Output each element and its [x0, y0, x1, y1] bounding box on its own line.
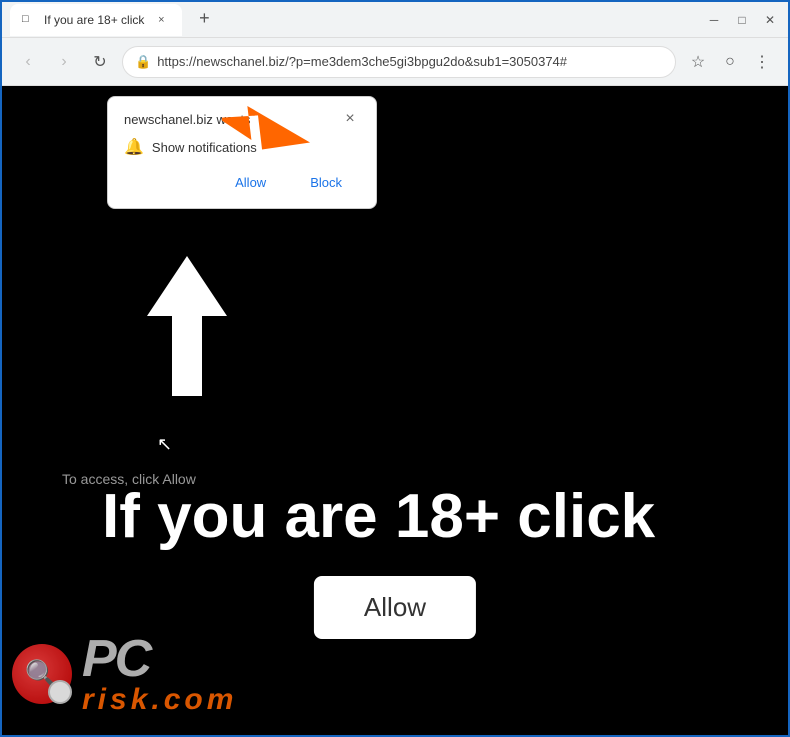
bell-icon: 🔔: [124, 137, 144, 157]
watermark-pc: PC: [82, 633, 237, 685]
tab-title: If you are 18+ click: [44, 13, 144, 27]
refresh-button[interactable]: ↻: [86, 48, 114, 76]
page-content: newschanel.biz wants × 🔔 Show notificati…: [2, 86, 788, 735]
lock-icon: 🔒: [135, 54, 151, 70]
tab-close-button[interactable]: ×: [152, 11, 170, 29]
watermark-text: PC risk.com: [82, 633, 237, 715]
page-allow-button[interactable]: Allow: [314, 576, 476, 639]
popup-close-button[interactable]: ×: [340, 109, 360, 129]
url-bar[interactable]: 🔒 https://newschanel.biz/?p=me3dem3che5g…: [122, 46, 676, 78]
url-text: https://newschanel.biz/?p=me3dem3che5gi3…: [157, 54, 663, 69]
back-button[interactable]: ‹: [14, 48, 42, 76]
account-button[interactable]: ○: [716, 48, 744, 76]
new-tab-button[interactable]: +: [190, 5, 218, 33]
bookmark-button[interactable]: ☆: [684, 48, 712, 76]
page-up-arrow: [132, 246, 242, 411]
tab-favicon-icon: □: [22, 13, 36, 27]
address-bar-actions: ☆ ○ ⋮: [684, 48, 776, 76]
active-tab[interactable]: □ If you are 18+ click ×: [10, 4, 182, 36]
minimize-button[interactable]: ─: [704, 10, 724, 30]
title-bar: □ If you are 18+ click × + ─ □ ✕: [2, 2, 788, 38]
address-bar: ‹ › ↻ 🔒 https://newschanel.biz/?p=me3dem…: [2, 38, 788, 86]
browser-window: □ If you are 18+ click × + ─ □ ✕ ‹ › ↻ 🔒…: [0, 0, 790, 737]
tab-bar: □ If you are 18+ click × +: [10, 4, 704, 36]
watermark-icon: 🔍: [12, 644, 72, 704]
menu-button[interactable]: ⋮: [748, 48, 776, 76]
maximize-button[interactable]: □: [732, 10, 752, 30]
close-button[interactable]: ✕: [760, 10, 780, 30]
forward-button[interactable]: ›: [50, 48, 78, 76]
mouse-cursor: ↖: [157, 434, 172, 455]
orange-arrow: [222, 86, 312, 181]
watermark: 🔍 PC risk.com: [12, 633, 237, 715]
page-big-text: If you are 18+ click: [102, 481, 655, 552]
watermark-risk: risk.com: [82, 685, 237, 715]
window-controls: ─ □ ✕: [704, 10, 780, 30]
